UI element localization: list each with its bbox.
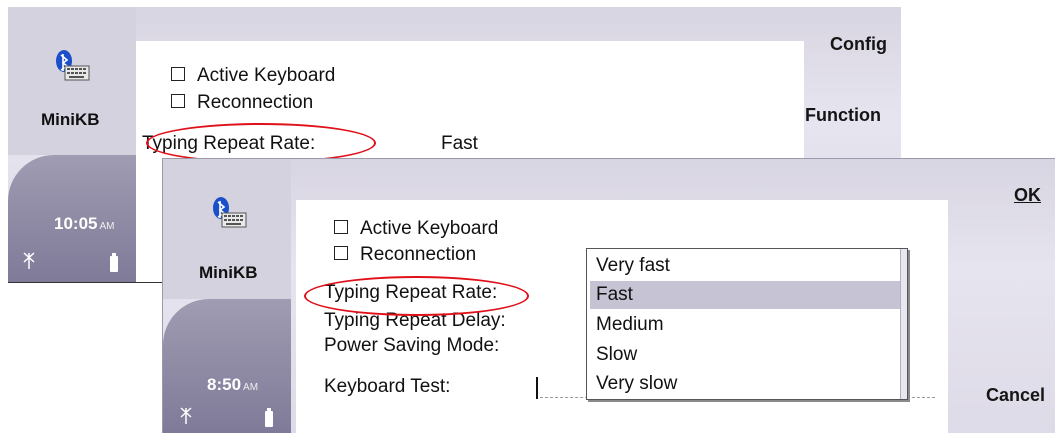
repeat-rate-dropdown[interactable]: Very fast Fast Medium Slow Very slow <box>586 248 908 400</box>
option-medium[interactable]: Medium <box>590 311 902 339</box>
clock: 8:50 AM <box>207 375 259 394</box>
checkbox-active-keyboard[interactable]: Active Keyboard <box>171 65 335 87</box>
status-sidebar: MiniKB 10:05 AM <box>8 7 136 282</box>
signal-icon <box>180 407 192 424</box>
battery-icon <box>265 408 273 427</box>
checkbox-box[interactable] <box>334 245 348 260</box>
screenshot-dropdown-view: MiniKB 8:50 AM Active Keyboard Reconnecti… <box>162 158 1055 433</box>
checkbox-active-keyboard[interactable]: Active Keyboard <box>334 218 498 240</box>
power-saving-label: Power Saving Mode: <box>324 335 500 356</box>
softkey-cancel[interactable]: Cancel <box>986 385 1045 406</box>
checkbox-box[interactable] <box>171 66 185 81</box>
keyboard-test-label: Keyboard Test: <box>324 376 451 397</box>
divider <box>8 282 162 283</box>
option-fast[interactable]: Fast <box>590 281 902 309</box>
bluetooth-keyboard-icon <box>213 197 247 228</box>
app-name: MiniKB <box>41 110 100 129</box>
softkey-ok[interactable]: OK <box>1014 185 1041 206</box>
option-very-slow[interactable]: Very slow <box>590 370 902 398</box>
battery-icon <box>110 253 118 272</box>
bluetooth-keyboard-icon <box>56 50 90 81</box>
highlight-oval <box>304 276 529 316</box>
option-slow[interactable]: Slow <box>590 341 902 369</box>
clock: 10:05 AM <box>54 214 115 233</box>
dropdown-scrollbar[interactable] <box>900 249 907 399</box>
repeat-rate-value[interactable]: Fast <box>441 133 478 155</box>
softkey-config[interactable]: Config <box>830 34 887 55</box>
softkey-function[interactable]: Function <box>805 105 881 126</box>
signal-icon <box>23 252 35 269</box>
highlight-oval <box>146 123 376 163</box>
app-name: MiniKB <box>199 263 258 282</box>
status-sidebar: MiniKB 8:50 AM <box>163 159 291 433</box>
option-very-fast[interactable]: Very fast <box>590 252 902 280</box>
checkbox-box[interactable] <box>171 93 185 108</box>
checkbox-box[interactable] <box>334 219 348 234</box>
checkbox-reconnection[interactable]: Reconnection <box>334 244 476 266</box>
text-cursor <box>536 377 538 399</box>
checkbox-reconnection[interactable]: Reconnection <box>171 92 313 114</box>
